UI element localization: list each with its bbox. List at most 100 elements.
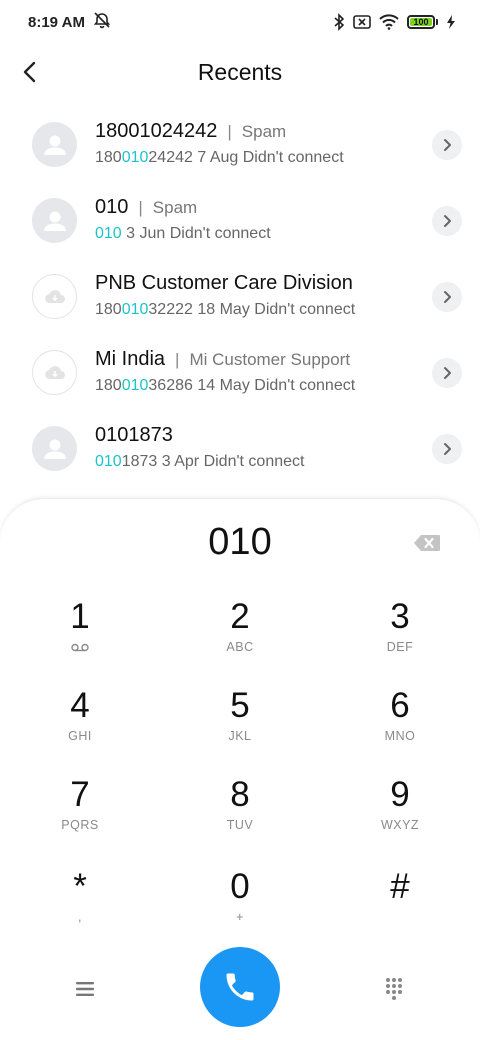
key-digit: # <box>390 867 410 906</box>
chevron-right-icon <box>444 215 451 227</box>
contact-avatar <box>32 426 77 471</box>
key-8[interactable]: 8 TUV <box>180 775 300 855</box>
key-5[interactable]: 5 JKL <box>180 686 300 766</box>
key-digit: 3 <box>390 597 410 636</box>
call-status: Didn't connect <box>242 149 344 166</box>
key-digit: 4 <box>70 686 90 725</box>
dialpad-icon <box>386 978 402 1000</box>
key-letters: PQRS <box>61 818 99 832</box>
number-prefix: 180 <box>95 377 122 394</box>
key-star[interactable]: * , <box>20 867 140 947</box>
key-digit: 9 <box>390 775 410 814</box>
contact-name: 0101873 <box>95 424 173 446</box>
key-letters: GHI <box>68 729 92 743</box>
back-icon <box>23 61 36 83</box>
dialed-number[interactable]: 010 <box>0 521 480 564</box>
contact-avatar <box>32 198 77 243</box>
call-log-row[interactable]: 010 | Spam 010 3 Jun Didn't connect <box>0 184 480 260</box>
key-letters: MNO <box>384 729 416 743</box>
key-0[interactable]: 0 + <box>180 867 300 947</box>
number-match: 010 <box>95 225 122 242</box>
key-letters: JKL <box>228 729 252 743</box>
separator: | <box>138 198 143 217</box>
number-match: 010 <box>121 149 149 166</box>
key-7[interactable]: 7 PQRS <box>20 775 140 855</box>
recents-list: 18001024242 | Spam 18001024242 7 Aug Did… <box>0 108 480 488</box>
call-date: 18 May <box>197 301 250 318</box>
person-icon <box>43 135 66 155</box>
number-suffix: 24242 <box>148 149 193 166</box>
key-6[interactable]: 6 MNO <box>340 686 460 766</box>
battery-level: 100 <box>410 17 432 27</box>
key-digit: 8 <box>230 775 250 814</box>
key-letters: WXYZ <box>380 818 420 832</box>
cloud-icon <box>44 365 65 379</box>
call-details-button[interactable] <box>432 130 462 160</box>
call-status: Didn't connect <box>254 377 356 394</box>
key-digit: 6 <box>390 686 410 725</box>
number-match: 010 <box>121 301 149 318</box>
key-digit: 7 <box>70 775 90 814</box>
call-date: 14 May <box>197 377 250 394</box>
key-4[interactable]: 4 GHI <box>20 686 140 766</box>
status-time: 8:19 AM <box>28 13 85 31</box>
key-digit: 2 <box>230 597 250 636</box>
chevron-right-icon <box>444 443 451 455</box>
call-details-button[interactable] <box>432 358 462 388</box>
call-log-row[interactable]: Mi India | Mi Customer Support 180010362… <box>0 336 480 412</box>
key-letters: + <box>236 910 244 924</box>
contact-tag: Spam <box>241 122 287 141</box>
call-details-button[interactable] <box>432 434 462 464</box>
key-letters: TUV <box>226 818 254 832</box>
person-icon <box>43 439 66 459</box>
keypad-toggle-button[interactable] <box>376 971 412 1007</box>
contact-tag: Spam <box>152 198 198 217</box>
call-date: 3 Apr <box>161 453 200 470</box>
backspace-icon <box>414 535 440 551</box>
separator: | <box>175 350 180 369</box>
phone-icon <box>226 973 254 1001</box>
cloud-icon <box>44 289 65 303</box>
battery-icon: 100 <box>407 15 438 29</box>
menu-button[interactable] <box>64 973 106 1005</box>
number-match: 010 <box>121 377 149 394</box>
number-prefix: 180 <box>95 301 122 318</box>
back-button[interactable] <box>14 56 46 88</box>
wifi-icon <box>379 14 399 30</box>
key-2[interactable]: 2 ABC <box>180 597 300 677</box>
call-log-row[interactable]: 18001024242 | Spam 18001024242 7 Aug Did… <box>0 108 480 184</box>
backspace-button[interactable] <box>412 532 442 554</box>
call-log-row[interactable]: PNB Customer Care Division 18001032222 1… <box>0 260 480 336</box>
call-date: 7 Aug <box>197 149 239 166</box>
contact-name: 010 <box>95 196 129 218</box>
number-match: 010 <box>95 453 122 470</box>
call-log-row[interactable]: 0101873 0101873 3 Apr Didn't connect <box>0 412 480 488</box>
chevron-right-icon <box>444 367 451 379</box>
alarm-off-icon <box>93 11 111 33</box>
key-hash[interactable]: # <box>340 867 460 947</box>
contact-avatar <box>32 350 77 395</box>
key-digit: 5 <box>230 686 250 725</box>
call-details-button[interactable] <box>432 282 462 312</box>
separator: | <box>227 122 232 141</box>
call-button[interactable] <box>200 947 280 1027</box>
key-1[interactable]: 1 <box>20 597 140 677</box>
number-suffix: 32222 <box>148 301 193 318</box>
call-status: Didn't connect <box>169 225 271 242</box>
contact-avatar <box>32 274 77 319</box>
charging-icon <box>446 14 456 30</box>
contact-avatar <box>32 122 77 167</box>
call-details-button[interactable] <box>432 206 462 236</box>
key-digit: * <box>73 867 87 906</box>
menu-icon <box>76 982 94 996</box>
contact-name: PNB Customer Care Division <box>95 272 353 294</box>
key-3[interactable]: 3 DEF <box>340 597 460 677</box>
chevron-right-icon <box>444 291 451 303</box>
key-digit: 0 <box>230 867 250 906</box>
voicemail-icon <box>71 644 89 652</box>
number-suffix: 1873 <box>121 453 158 470</box>
key-9[interactable]: 9 WXYZ <box>340 775 460 855</box>
contact-name: Mi India <box>95 348 166 370</box>
page-title: Recents <box>197 58 283 85</box>
no-sim-icon <box>353 14 371 30</box>
